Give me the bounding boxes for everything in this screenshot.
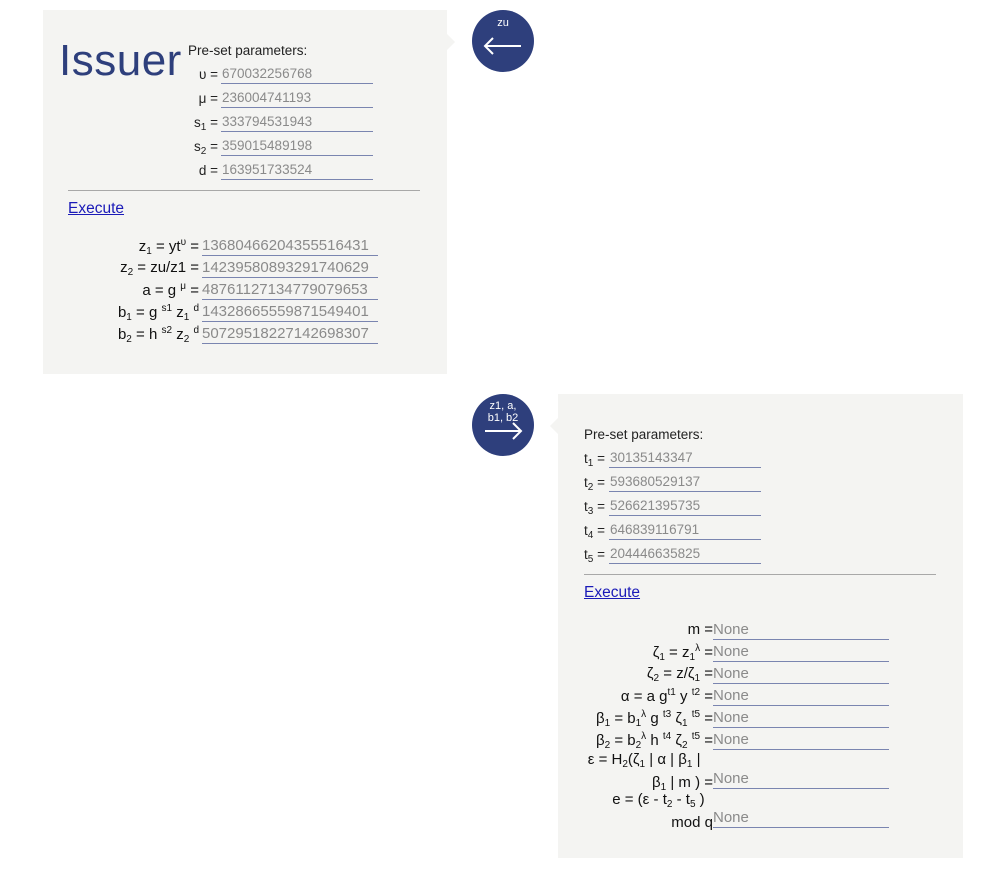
issuer-preset-label: Pre-set parameters:	[188, 43, 308, 58]
arrow-left-icon	[483, 37, 521, 55]
param-s1-input[interactable]: 333794531943	[221, 113, 373, 132]
output-label: b2 = h s2 z2 d	[117, 325, 199, 345]
output-label: e = (ε - t2 - t5 ) mod q	[612, 791, 713, 831]
output-label: β2 = b2λ h t4 ζ2 t5 =	[595, 731, 713, 751]
param-label: t4 =	[584, 523, 605, 541]
output-z2-value[interactable]: 14239580893291740629	[202, 258, 378, 278]
output-zeta2-value[interactable]: None	[713, 664, 889, 684]
output-label: b1 = g s1 z1 d	[117, 303, 199, 323]
output-label: ζ2 = z/ζ1 =	[646, 665, 713, 684]
arrow-right-icon	[485, 422, 523, 440]
output-a-value[interactable]: 48761127134779079653	[202, 280, 378, 300]
param-mu-input[interactable]: 236004741193	[221, 89, 373, 108]
output-label: a = g μ =	[142, 281, 199, 299]
param-label: t5 =	[584, 547, 605, 565]
param-t1-input[interactable]: 30135143347	[609, 449, 761, 468]
output-label: ζ1 = z1λ =	[652, 643, 713, 663]
param-upsilon-input[interactable]: 670032256768	[221, 65, 373, 84]
output-alpha-value[interactable]: None	[713, 686, 889, 706]
output-beta1-value[interactable]: None	[713, 708, 889, 728]
param-label: d =	[198, 163, 218, 178]
output-zeta1-value[interactable]: None	[713, 642, 889, 662]
param-t3-input[interactable]: 526621395735	[609, 497, 761, 516]
output-label: α = a gt1 y t2 =	[620, 687, 713, 705]
param-label: s2 =	[194, 139, 218, 157]
user-panel-pointer	[550, 418, 558, 434]
output-z1-value[interactable]: 13680466204355516431	[202, 236, 378, 256]
output-b2-value[interactable]: 50729518227142698307	[202, 324, 378, 344]
param-label: s1 =	[194, 115, 218, 133]
issuer-title: Issuer	[59, 36, 182, 85]
param-t2-input[interactable]: 593680529137	[609, 473, 761, 492]
param-label: t2 =	[584, 475, 605, 493]
param-label: t1 =	[584, 451, 605, 469]
output-e-value[interactable]: None	[713, 808, 889, 828]
param-label: μ =	[198, 91, 218, 106]
output-beta2-value[interactable]: None	[713, 730, 889, 750]
output-label: m =	[687, 621, 713, 638]
output-epsilon-value[interactable]: None	[713, 769, 889, 789]
output-b1-value[interactable]: 14328665559871549401	[202, 302, 378, 322]
issuer-execute-link[interactable]: Execute	[68, 200, 124, 218]
issuer-divider	[68, 190, 420, 191]
param-d-input[interactable]: 163951733524	[221, 161, 373, 180]
param-label: t3 =	[584, 499, 605, 517]
user-preset-label: Pre-set parameters:	[584, 427, 704, 442]
issuer-panel-pointer	[447, 34, 455, 50]
arrow-to-issuer-badge: zu	[472, 10, 534, 72]
param-label: υ =	[198, 67, 218, 82]
user-divider	[584, 574, 936, 575]
output-label: z2 = zu/z1 =	[120, 259, 199, 278]
param-t4-input[interactable]: 646839116791	[609, 521, 761, 540]
output-label: z1 = ytυ =	[138, 237, 199, 257]
output-m-value[interactable]: None	[713, 620, 889, 640]
param-s2-input[interactable]: 359015489198	[221, 137, 373, 156]
user-execute-link[interactable]: Execute	[584, 584, 640, 602]
output-label: β1 = b1λ g t3 ζ1 t5 =	[595, 709, 713, 729]
param-t5-input[interactable]: 204446635825	[609, 545, 761, 564]
arrow-to-user-badge: z1, a, b1, b2	[472, 394, 534, 456]
